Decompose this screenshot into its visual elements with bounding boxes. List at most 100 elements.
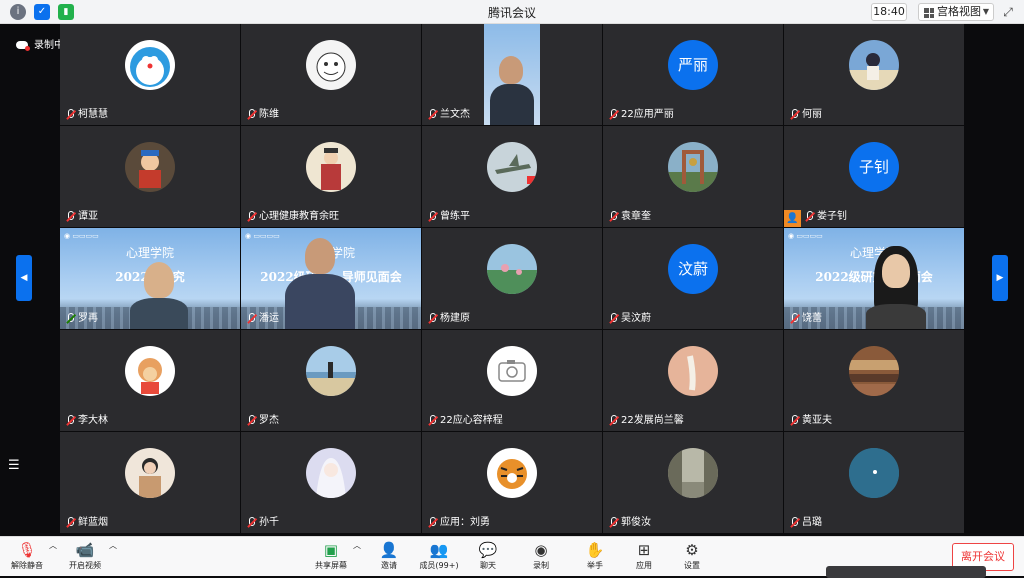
mic-muted-icon: [427, 211, 437, 223]
mic-muted-icon: [65, 109, 75, 121]
record-button[interactable]: ◉ 录制: [516, 540, 566, 571]
share-screen-label: 共享屏幕: [315, 561, 347, 570]
mic-muted-icon: [246, 415, 256, 427]
raise-hand-button[interactable]: ✋ 举手: [570, 540, 620, 571]
participant-name: 兰文杰: [425, 107, 470, 123]
video-grid: 柯慧慧 陈维 兰文杰 严丽 22应用严丽 何丽 谭亚 心理健康教育余旺 曾练平 …: [60, 24, 964, 536]
apps-button[interactable]: ⊞ 应用: [619, 540, 669, 571]
participant-tile[interactable]: 孙千: [241, 432, 421, 533]
participant-name: 吴汶蔚: [606, 311, 651, 327]
mic-muted-icon: [608, 313, 618, 325]
street-avatar: [668, 448, 718, 498]
theater-avatar: [849, 346, 899, 396]
chat-button[interactable]: 💬 聊天: [463, 540, 513, 571]
ocean-avatar: [849, 448, 899, 498]
prev-page-button[interactable]: ◀: [16, 255, 32, 301]
participant-name: 22应用严丽: [606, 107, 674, 123]
participant-tile[interactable]: 曾练平: [422, 126, 602, 227]
participant-name: 鲜蓝烟: [63, 515, 108, 531]
participant-name: 孙千: [244, 515, 279, 531]
start-video-label: 开启视频: [69, 561, 101, 570]
invite-button[interactable]: 👤 邀请: [364, 540, 414, 571]
recording-indicator: 录制中: [16, 36, 64, 51]
person-head: [305, 238, 335, 274]
start-video-button[interactable]: 📹 开启视频: [60, 540, 110, 571]
unmute-button[interactable]: 🎙 解除静音: [2, 540, 52, 571]
tiger-avatar: [487, 448, 537, 498]
lotus-avatar: [487, 244, 537, 294]
participant-tile[interactable]: 郭俊汝: [603, 432, 783, 533]
grid-icon: [924, 8, 934, 18]
participant-tile[interactable]: 李大林: [60, 330, 240, 431]
fighter-jet-avatar: [487, 142, 537, 192]
participant-tile[interactable]: 鲜蓝烟: [60, 432, 240, 533]
mic-muted-icon: [804, 211, 814, 223]
participant-tile[interactable]: 谭亚: [60, 126, 240, 227]
participant-name: 潘运: [244, 311, 279, 327]
participant-tile[interactable]: 吕璐: [784, 432, 964, 533]
participant-tile[interactable]: 陈维: [241, 24, 421, 125]
hand-icon: ✋: [585, 541, 605, 559]
participant-tile[interactable]: 严丽 22应用严丽: [603, 24, 783, 125]
fullscreen-icon[interactable]: ⤢: [1000, 4, 1016, 20]
mic-muted-icon: [789, 517, 799, 529]
participant-tile[interactable]: 22发展尚兰馨: [603, 330, 783, 431]
participant-tile[interactable]: ◉ ▭▭▭▭ 心理学院 2022级研 导师见面会 潘运: [241, 228, 421, 329]
mic-muted-icon: [608, 109, 618, 121]
record-icon: ◉: [534, 541, 548, 559]
mic-options-chevron-icon[interactable]: ︿: [48, 540, 58, 551]
participant-name: 黄亚夫: [787, 413, 832, 429]
participant-tile[interactable]: 兰文杰: [422, 24, 602, 125]
beach-avatar: [306, 346, 356, 396]
mic-muted-icon: [427, 415, 437, 427]
chat-label: 聊天: [480, 561, 496, 570]
video-options-chevron-icon[interactable]: ︿: [108, 540, 118, 551]
list-menu-icon[interactable]: ☰: [8, 458, 20, 473]
mic-muted-icon: [246, 109, 256, 121]
share-options-chevron-icon[interactable]: ︿: [352, 540, 362, 551]
members-button[interactable]: 👥 成员(99+): [414, 540, 464, 571]
university-logo: ◉ ▭▭▭▭: [788, 232, 823, 240]
mic-muted-icon: [65, 415, 75, 427]
participant-name: 杨建原: [425, 311, 470, 327]
participant-name: 罗杰: [244, 413, 279, 429]
bell-tower-avatar: [668, 142, 718, 192]
participant-tile[interactable]: 22应心容梓程: [422, 330, 602, 431]
participant-name: 袁章奎: [606, 209, 651, 225]
anime-girl-avatar: [306, 448, 356, 498]
participant-tile[interactable]: 黄亚夫: [784, 330, 964, 431]
unmute-label: 解除静音: [11, 561, 43, 570]
person-icon: 👤: [784, 210, 801, 227]
participant-tile[interactable]: ◉ ▭▭▭▭ 心理学院 2022级研究 面会 饶蕾: [784, 228, 964, 329]
share-screen-button[interactable]: ▣ 共享屏幕: [306, 540, 356, 571]
participant-tile[interactable]: 应用：刘勇: [422, 432, 602, 533]
participant-name: 22发展尚兰馨: [606, 413, 684, 429]
participant-tile[interactable]: 何丽: [784, 24, 964, 125]
participant-name: 吕璐: [787, 515, 822, 531]
mic-muted-icon: [608, 517, 618, 529]
meeting-clock: 18:40: [871, 3, 907, 21]
participant-tile[interactable]: 罗杰: [241, 330, 421, 431]
participant-name: 心理健康教育余旺: [244, 209, 339, 225]
participant-tile[interactable]: ◉ ▭▭▭▭ 心理学院 2022级研究 罗再: [60, 228, 240, 329]
person-head: [882, 254, 910, 288]
mic-muted-icon: [65, 517, 75, 529]
mic-muted-icon: [427, 517, 437, 529]
participant-tile[interactable]: 柯慧慧: [60, 24, 240, 125]
participant-tile[interactable]: 心理健康教育余旺: [241, 126, 421, 227]
mic-muted-icon: [789, 109, 799, 121]
participant-tile[interactable]: 汶蔚 吴汶蔚: [603, 228, 783, 329]
monkey-avatar: [125, 346, 175, 396]
participant-name: 娄子钊: [802, 209, 847, 225]
next-page-button[interactable]: ▶: [992, 255, 1008, 301]
view-mode-label: 宫格视图: [937, 5, 981, 18]
mic-muted-icon: [65, 211, 75, 223]
settings-button[interactable]: ⚙ 设置: [667, 540, 717, 571]
participant-name: 罗再: [63, 311, 98, 327]
view-mode-button[interactable]: 宫格视图 ▼: [918, 3, 994, 21]
participant-tile[interactable]: 子钊 👤 娄子钊: [784, 126, 964, 227]
participant-tile[interactable]: 杨建原: [422, 228, 602, 329]
participant-tile[interactable]: 袁章奎: [603, 126, 783, 227]
mic-active-icon: [65, 313, 75, 325]
participant-name: 何丽: [787, 107, 822, 123]
